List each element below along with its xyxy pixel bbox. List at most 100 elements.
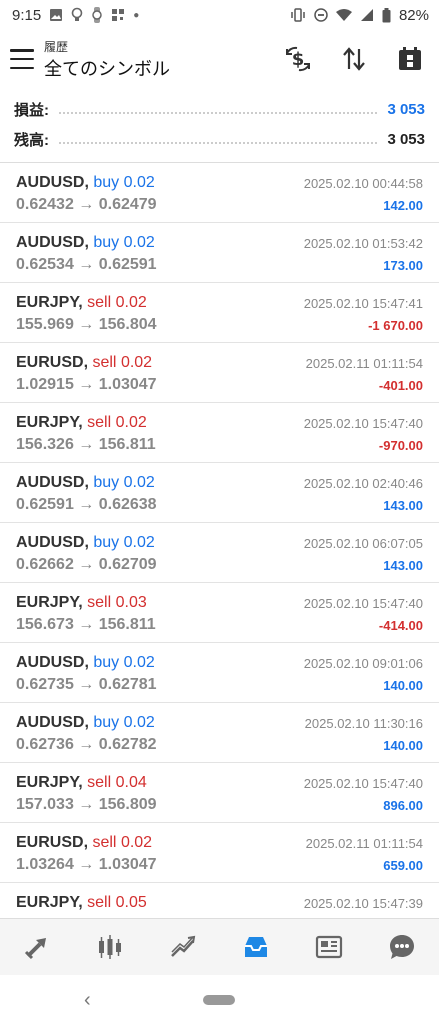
- trade-volume: 0.05: [115, 894, 147, 911]
- trade-side: buy: [93, 714, 120, 731]
- trade-symbol: AUDUSD,: [16, 714, 89, 731]
- trade-prices: 156.326 → 156.811: [16, 436, 156, 453]
- trade-time: 2025.02.10 02:40:46: [303, 476, 423, 491]
- balance-value: 3 053: [387, 130, 425, 148]
- image-icon: [50, 9, 63, 21]
- trade-prices: 156.673 → 156.811: [16, 616, 156, 633]
- trade-title: EURJPY, sell 0.05: [16, 894, 147, 912]
- trade-prices: 0.62736 → 0.62782: [16, 736, 157, 753]
- trade-title: EURJPY, sell 0.02: [16, 294, 147, 312]
- quotes-icon[interactable]: [17, 927, 57, 967]
- trade-time: 2025.02.10 01:53:42: [303, 236, 423, 251]
- trade-title: AUDUSD, buy 0.02: [16, 714, 155, 732]
- profit-row: 損益: 3 053: [14, 94, 425, 124]
- trade-side: sell: [87, 294, 112, 311]
- trade-time: 2025.02.11 01:11:54: [305, 836, 423, 851]
- trade-volume: 0.02: [123, 234, 155, 251]
- vibrate-icon: [291, 8, 305, 22]
- trade-row[interactable]: EURJPY, sell 0.02 156.326 → 156.811 2025.0…: [0, 403, 439, 463]
- trade-row[interactable]: EURJPY, sell 0.02 155.969 → 156.804 2025.0…: [0, 283, 439, 343]
- trade-title: AUDUSD, buy 0.02: [16, 234, 155, 252]
- trade-title: EURJPY, sell 0.04: [16, 774, 147, 792]
- balance-label: 残高:: [14, 131, 49, 149]
- trade-row[interactable]: AUDUSD, buy 0.02 0.62591 → 0.62638 2025.02…: [0, 463, 439, 523]
- bulb-icon: [71, 7, 83, 21]
- trade-profit: 140.00: [383, 738, 423, 753]
- trade-title: EURUSD, sell 0.02: [16, 354, 152, 372]
- trade-symbol: AUDUSD,: [16, 234, 89, 251]
- trade-row[interactable]: EURUSD, sell 0.02 1.03264 → 1.03047 2025.0…: [0, 823, 439, 883]
- chart-icon[interactable]: [90, 927, 130, 967]
- trade-volume: 0.02: [115, 294, 147, 311]
- trade-list: AUDUSD, buy 0.02 0.62432 → 0.62479 2025.02…: [0, 163, 439, 943]
- trade-profit: -414.00: [378, 618, 423, 633]
- trade-side: buy: [93, 474, 120, 491]
- status-bar: 9:15 ● 82%: [0, 0, 439, 30]
- trade-row[interactable]: AUDUSD, buy 0.02 0.62432 → 0.62479 2025.02…: [0, 163, 439, 223]
- trade-volume: 0.02: [123, 654, 155, 671]
- trade-time: 2025.02.10 11:30:16: [304, 716, 423, 731]
- dot-icon: ●: [133, 9, 140, 21]
- trade-prices: 0.62591 → 0.62638: [16, 496, 157, 513]
- trade-title: AUDUSD, buy 0.02: [16, 474, 155, 492]
- history-icon[interactable]: [236, 927, 276, 967]
- summary-panel: 損益: 3 053 残高: 3 053: [0, 88, 439, 163]
- trade-profit: -401.00: [378, 378, 423, 393]
- trade-time: 2025.02.10 00:44:58: [303, 176, 423, 191]
- home-pill[interactable]: [203, 995, 235, 1005]
- trade-prices: 0.62432 → 0.62479: [16, 196, 157, 213]
- trade-volume: 0.02: [123, 474, 155, 491]
- trade-row[interactable]: AUDUSD, buy 0.02 0.62662 → 0.62709 2025.02…: [0, 523, 439, 583]
- system-nav: ‹: [0, 975, 439, 1024]
- trade-symbol: EURJPY,: [16, 594, 83, 611]
- trade-symbol: EURUSD,: [16, 834, 89, 851]
- currency-exchange-icon[interactable]: $: [283, 44, 313, 74]
- status-time: 9:15: [12, 6, 42, 24]
- trade-row[interactable]: AUDUSD, buy 0.02 0.62534 → 0.62591 2025.02…: [0, 223, 439, 283]
- title-block[interactable]: 履歴 全てのシンボル: [44, 38, 170, 81]
- battery-level: 82%: [398, 6, 429, 24]
- trade-title: AUDUSD, buy 0.02: [16, 654, 155, 672]
- watch-icon: [92, 7, 102, 23]
- trade-side: sell: [92, 354, 117, 371]
- trade-row[interactable]: EURUSD, sell 0.02 1.02915 → 1.03047 2025.0…: [0, 343, 439, 403]
- profit-label: 損益:: [14, 101, 49, 119]
- page-title: 全てのシンボル: [44, 58, 170, 79]
- dnd-icon: [314, 8, 328, 22]
- trade-volume: 0.03: [115, 594, 147, 611]
- trade-row[interactable]: EURJPY, sell 0.03 156.673 → 156.811 2025.0…: [0, 583, 439, 643]
- menu-icon[interactable]: [10, 49, 34, 69]
- svg-text:$: $: [292, 49, 305, 70]
- calendar-icon[interactable]: [395, 44, 425, 74]
- trade-profit: -1 670.00: [368, 318, 423, 333]
- trade-volume: 0.02: [123, 174, 155, 191]
- trade-volume: 0.02: [123, 714, 155, 731]
- trade-profit: 896.00: [383, 798, 423, 813]
- dotted-leader: [59, 142, 378, 144]
- trade-row[interactable]: AUDUSD, buy 0.02 0.62736 → 0.62782 2025.02…: [0, 703, 439, 763]
- trade-title: EURJPY, sell 0.02: [16, 414, 147, 432]
- trade-symbol: EURJPY,: [16, 774, 83, 791]
- trade-profit: 143.00: [383, 558, 423, 573]
- trade-title: AUDUSD, buy 0.02: [16, 174, 155, 192]
- trade-volume: 0.02: [120, 354, 153, 371]
- balance-row: 残高: 3 053: [14, 124, 425, 154]
- trade-icon[interactable]: [163, 927, 203, 967]
- back-icon[interactable]: ‹: [84, 989, 91, 1012]
- trade-profit: 659.00: [383, 858, 423, 873]
- trade-side: sell: [87, 414, 112, 431]
- trade-time: 2025.02.10 15:47:40: [303, 416, 423, 431]
- trade-row[interactable]: EURJPY, sell 0.04 157.033 → 156.809 2025.0…: [0, 763, 439, 823]
- profit-value: 3 053: [387, 100, 425, 118]
- trade-prices: 155.969 → 156.804: [16, 316, 157, 333]
- qr-icon: [112, 9, 125, 21]
- trade-row[interactable]: AUDUSD, buy 0.02 0.62735 → 0.62781 2025.02…: [0, 643, 439, 703]
- trade-symbol: EURJPY,: [16, 414, 83, 431]
- trade-side: sell: [92, 834, 117, 851]
- trade-profit: -970.00: [378, 438, 423, 453]
- news-icon[interactable]: [309, 927, 349, 967]
- trade-side: buy: [93, 174, 120, 191]
- chat-icon[interactable]: [382, 927, 422, 967]
- sort-icon[interactable]: [339, 44, 369, 74]
- trade-side: sell: [87, 894, 112, 911]
